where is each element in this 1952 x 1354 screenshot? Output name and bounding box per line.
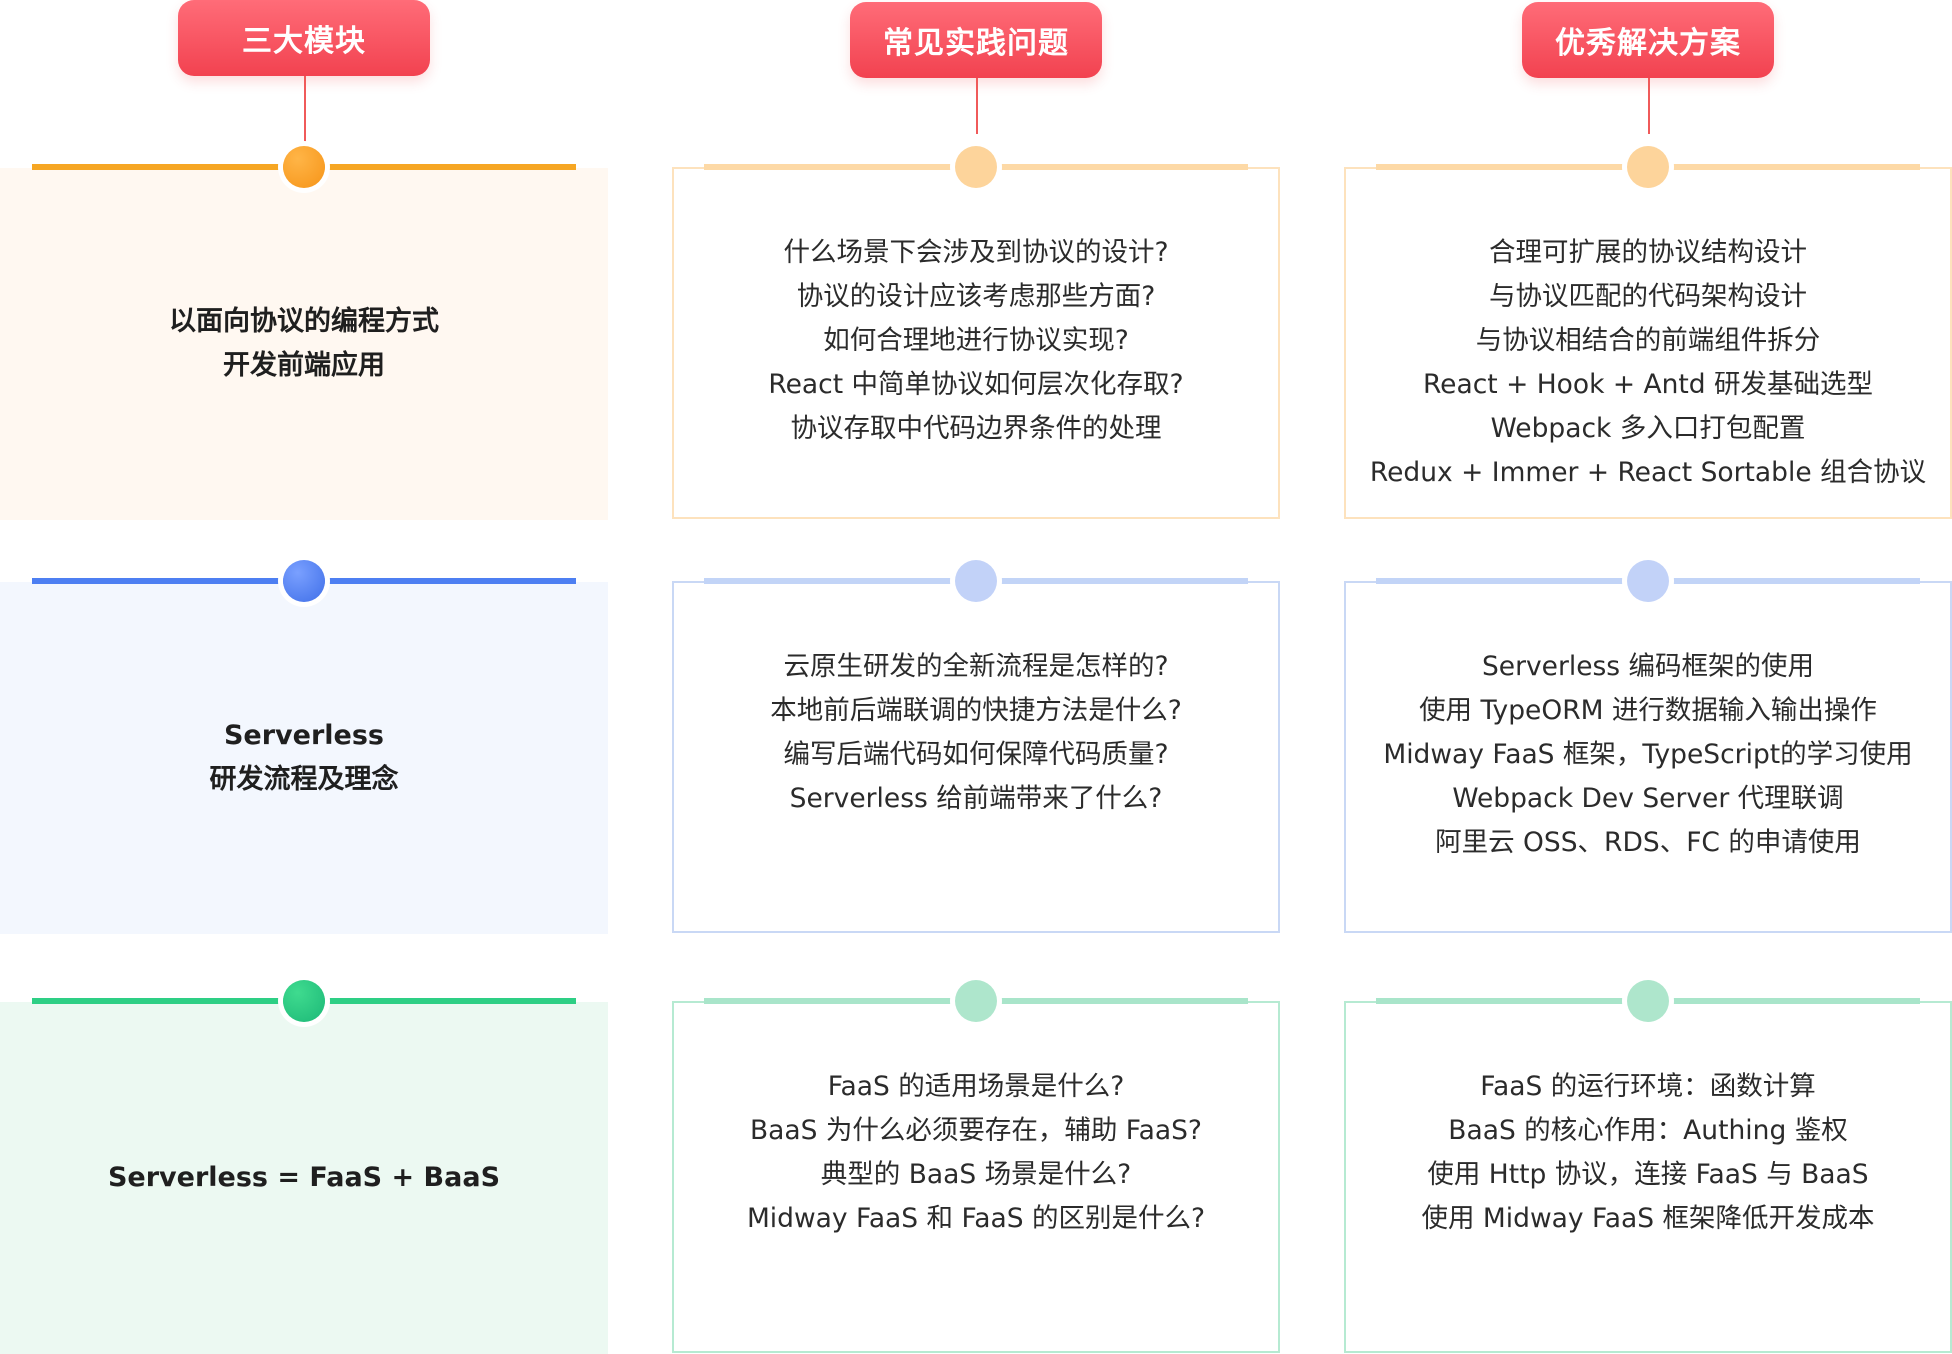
question-line: BaaS 为什么必须要存在，辅助 FaaS? (749, 1115, 1202, 1146)
question-line: 云原生研发的全新流程是怎样的? (783, 651, 1169, 682)
question-line: 如何合理地进行协议实现? (823, 325, 1129, 356)
solution-line: Webpack 多入口打包配置 (1490, 413, 1806, 444)
solution-line: Midway FaaS 框架，TypeScript的学习使用 (1383, 739, 1913, 770)
question-line: 典型的 BaaS 场景是什么? (820, 1159, 1132, 1190)
solution-line: Serverless 编码框架的使用 (1481, 651, 1815, 682)
row-dot (1627, 146, 1669, 188)
solutions-card-faas-baas: FaaS 的运行环境：函数计算 BaaS 的核心作用：Authing 鉴权 使用… (1344, 1001, 1952, 1353)
row-dot (283, 560, 325, 602)
question-line: React 中简单协议如何层次化存取? (768, 369, 1184, 400)
header-connector-1 (304, 76, 306, 142)
module-title-line: 开发前端应用 (223, 350, 385, 381)
row-dot (1627, 980, 1669, 1022)
question-line: 本地前后端联调的快捷方法是什么? (770, 695, 1182, 726)
module-card-serverless-process: Serverless 研发流程及理念 (0, 582, 608, 934)
solution-line: 使用 TypeORM 进行数据输入输出操作 (1419, 695, 1877, 726)
row-dot (955, 560, 997, 602)
module-title-line: Serverless (223, 720, 384, 751)
solution-line: Redux + Immer + React Sortable 组合协议 (1369, 457, 1927, 488)
solution-line: React + Hook + Antd 研发基础选型 (1422, 369, 1874, 400)
solution-line: 阿里云 OSS、RDS、FC 的申请使用 (1435, 827, 1861, 858)
header-modules: 三大模块 (178, 0, 430, 76)
question-line: 编写后端代码如何保障代码质量? (783, 739, 1169, 770)
module-card-faas-baas: Serverless = FaaS + BaaS (0, 1002, 608, 1354)
question-line: 协议的设计应该考虑那些方面? (796, 281, 1156, 312)
solution-line: 与协议相结合的前端组件拆分 (1475, 325, 1821, 356)
header-connector-3 (1648, 78, 1650, 134)
row-dot (955, 980, 997, 1022)
solution-line: Webpack Dev Server 代理联调 (1452, 783, 1844, 814)
question-line: FaaS 的适用场景是什么? (827, 1071, 1125, 1102)
module-card-protocol: 以面向协议的编程方式 开发前端应用 (0, 168, 608, 520)
question-line: 什么场景下会涉及到协议的设计? (783, 237, 1169, 268)
module-title-line: Serverless = FaaS + BaaS (107, 1162, 501, 1193)
solution-line: 合理可扩展的协议结构设计 (1489, 237, 1807, 268)
question-line: Midway FaaS 和 FaaS 的区别是什么? (746, 1203, 1206, 1234)
module-title-line: 研发流程及理念 (209, 764, 399, 795)
solution-line: FaaS 的运行环境：函数计算 (1480, 1071, 1816, 1102)
solution-line: 使用 Http 协议，连接 FaaS 与 BaaS (1427, 1159, 1869, 1190)
module-title-line: 以面向协议的编程方式 (169, 306, 439, 337)
solution-line: 与协议匹配的代码架构设计 (1489, 281, 1807, 312)
row-dot (283, 980, 325, 1022)
question-line: Serverless 给前端带来了什么? (789, 783, 1163, 814)
row-dot (283, 146, 325, 188)
header-connector-2 (976, 78, 978, 134)
solution-line: 使用 Midway FaaS 框架降低开发成本 (1421, 1203, 1875, 1234)
header-questions: 常见实践问题 (850, 2, 1102, 78)
solutions-card-serverless-process: Serverless 编码框架的使用 使用 TypeORM 进行数据输入输出操作… (1344, 581, 1952, 933)
question-line: 协议存取中代码边界条件的处理 (790, 413, 1162, 444)
questions-card-serverless-process: 云原生研发的全新流程是怎样的? 本地前后端联调的快捷方法是什么? 编写后端代码如… (672, 581, 1280, 933)
header-solutions: 优秀解决方案 (1522, 2, 1774, 78)
questions-card-faas-baas: FaaS 的适用场景是什么? BaaS 为什么必须要存在，辅助 FaaS? 典型… (672, 1001, 1280, 1353)
row-dot (1627, 560, 1669, 602)
questions-card-protocol: 什么场景下会涉及到协议的设计? 协议的设计应该考虑那些方面? 如何合理地进行协议… (672, 167, 1280, 519)
solutions-card-protocol: 合理可扩展的协议结构设计 与协议匹配的代码架构设计 与协议相结合的前端组件拆分 … (1344, 167, 1952, 519)
solution-line: BaaS 的核心作用：Authing 鉴权 (1448, 1115, 1848, 1146)
row-dot (955, 146, 997, 188)
